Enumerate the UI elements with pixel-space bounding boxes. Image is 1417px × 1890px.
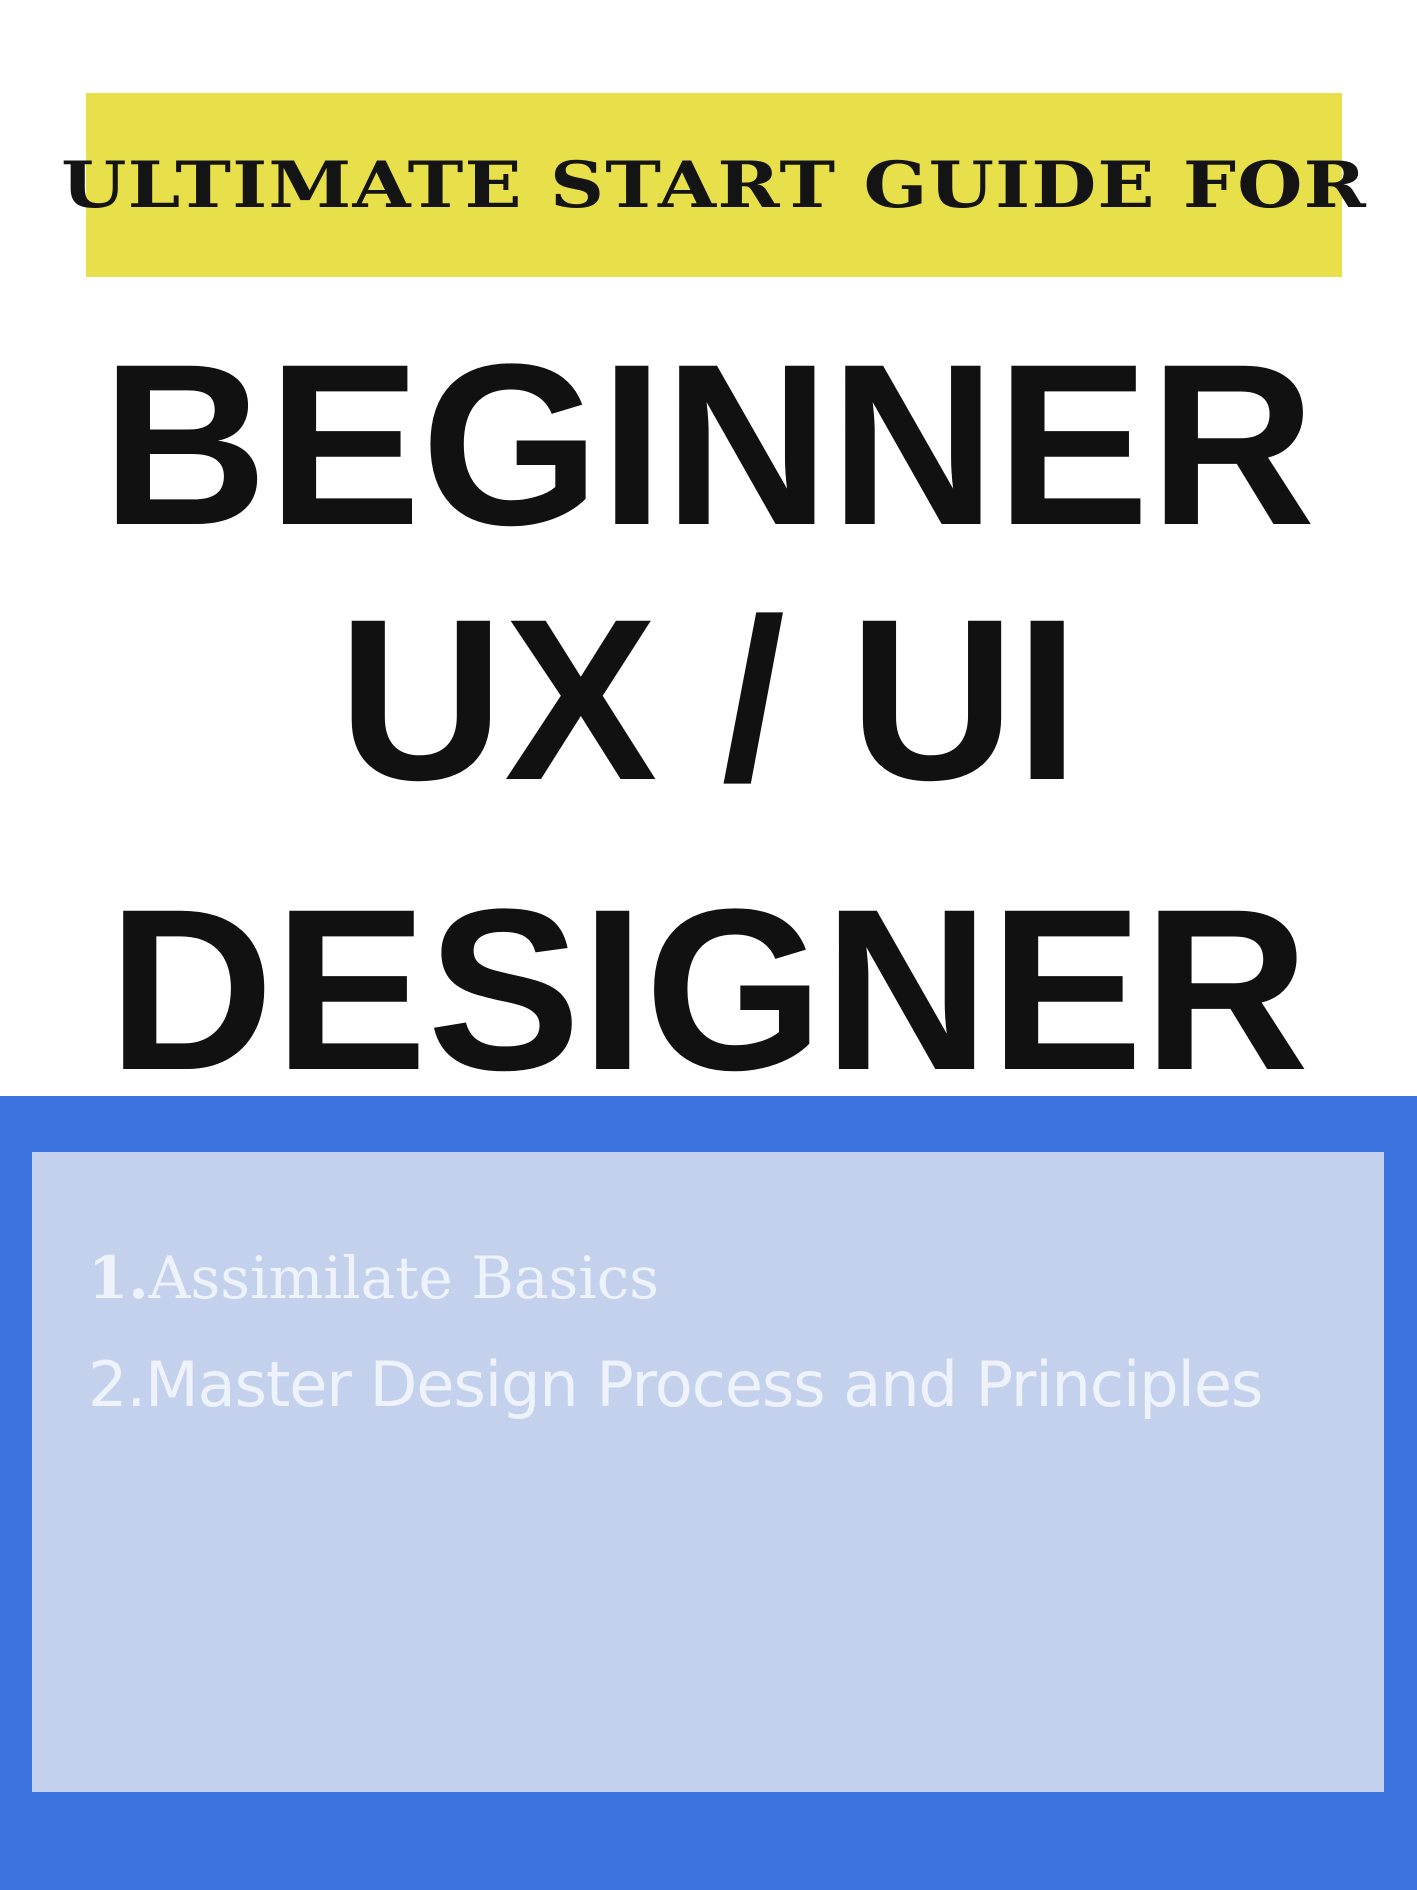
- list-item-2: 2.Master Design Process and Principles: [88, 1348, 1263, 1421]
- title-line-beginner: BEGINNER: [101, 316, 1316, 573]
- contents-inner-panel: 1.Assimilate Basics 2.Master Design Proc…: [32, 1152, 1384, 1792]
- list-item-1: 1.Assimilate Basics: [88, 1244, 659, 1312]
- banner-text: ULTIMATE START GUIDE FOR: [61, 147, 1367, 223]
- list-item-1-number: 1.: [88, 1244, 149, 1312]
- book-cover: ULTIMATE START GUIDE FOR BEGINNER UX / U…: [0, 0, 1417, 1890]
- title-line-designer: DESIGNER: [107, 861, 1310, 1118]
- contents-outer-panel: 1.Assimilate Basics 2.Master Design Proc…: [0, 1096, 1417, 1890]
- list-item-1-text: Assimilate Basics: [148, 1244, 660, 1312]
- top-banner: ULTIMATE START GUIDE FOR: [61, 93, 1366, 277]
- title-line-ux-ui: UX / UI: [337, 571, 1080, 828]
